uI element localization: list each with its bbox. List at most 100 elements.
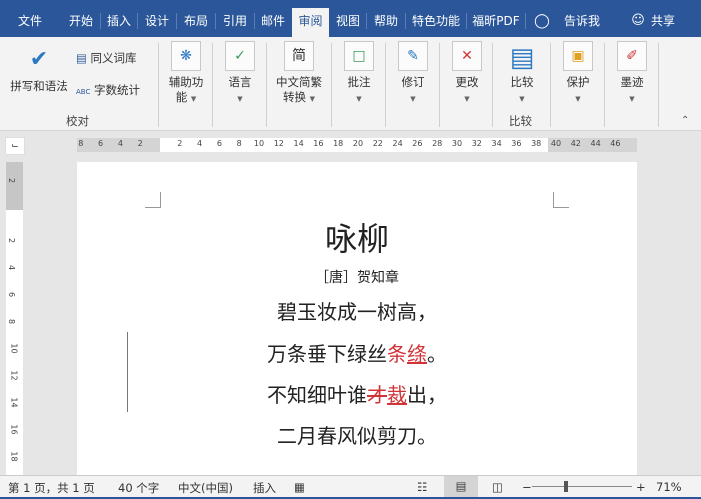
protect-button[interactable]: ▣ 保护 ▼: [555, 41, 601, 107]
chinese-conv-label-2: 转换: [282, 90, 306, 104]
zoom-level[interactable]: 71%: [656, 480, 682, 494]
tell-me[interactable]: 告诉我: [560, 8, 604, 37]
ruler-tick-label: 18: [333, 139, 344, 148]
ruler-tick-label: 2: [177, 139, 183, 148]
ruler-tick-label: 12: [273, 139, 284, 148]
ruler-tick-label: 46: [610, 139, 621, 148]
ruler-tick-label: 40: [550, 139, 562, 148]
zoom-out-button[interactable]: −: [522, 480, 532, 494]
chinese-conversion-button[interactable]: 简中文简繁 转换 ▼: [270, 41, 328, 107]
accessibility-icon: ❋: [171, 41, 201, 71]
tab-special[interactable]: 特色功能: [406, 8, 466, 37]
accessibility-label: 辅助功: [168, 75, 204, 89]
tab-references[interactable]: 引用: [216, 8, 254, 37]
ruler-tick-label: 22: [372, 139, 383, 148]
tab-file[interactable]: 文件: [8, 8, 52, 37]
word-count[interactable]: 40 个字: [118, 480, 159, 496]
accessibility-button[interactable]: ❋ 辅助功能 ▼: [162, 41, 210, 107]
deleted-text: 才: [367, 383, 387, 407]
zoom-slider-thumb[interactable]: [563, 481, 568, 492]
book-icon: ▤: [76, 51, 87, 65]
ruler-tick-label: 4: [7, 264, 17, 271]
lightbulb-icon[interactable]: ◯: [534, 8, 550, 37]
convert-icon: 简: [284, 41, 314, 71]
deleted-text: 条: [387, 342, 407, 366]
web-layout-icon[interactable]: ◫: [492, 480, 503, 494]
page-count[interactable]: 第 1 页，共 1 页: [8, 480, 95, 496]
group-proofing-label: 校对: [66, 114, 89, 128]
status-bar: 第 1 页，共 1 页 40 个字 中文(中国) 插入 ▦ ☷ ▤ ◫ − + …: [0, 475, 701, 499]
poem-line-1: 碧玉妆成一树高，: [277, 300, 437, 324]
language-label: 语言: [228, 75, 252, 89]
insert-mode[interactable]: 插入: [253, 480, 276, 496]
ruler-tick-label: 2: [7, 237, 17, 244]
document-page[interactable]: 咏柳 ［唐］贺知章 碧玉妆成一树高， 万条垂下绿丝条绦。 不知细叶谁才裁出， 二…: [77, 162, 637, 475]
ruler-tick-label: 10: [253, 139, 265, 148]
doc-author: ［唐］贺知章: [315, 270, 399, 286]
ruler-tick-label: 36: [511, 139, 522, 148]
tab-mailings[interactable]: 邮件: [255, 8, 291, 37]
language-button[interactable]: ✓ 语言 ▼: [216, 41, 264, 107]
compare-label: 比较: [510, 75, 534, 89]
collapse-ribbon-icon[interactable]: ⌃: [681, 115, 689, 126]
ink-button[interactable]: ✐ 墨迹 ▼: [609, 41, 655, 107]
ruler-tick-label: 2: [137, 139, 143, 148]
ruler-tick-label: 6: [216, 139, 222, 148]
ruler-tick-label: 26: [412, 139, 423, 148]
compare-icon: ▤: [509, 43, 535, 73]
changes-button[interactable]: ✕ 更改 ▼: [444, 41, 490, 107]
ribbon-tabs: 文件 开始 插入 设计 布局 引用 邮件 审阅 视图 帮助 特色功能 福昕PDF…: [0, 0, 701, 37]
ruler-tick-label: 10: [9, 343, 19, 354]
tab-selector[interactable]: ⌙: [5, 137, 25, 155]
chinese-conv-label: 中文简繁: [276, 75, 322, 89]
zoom-in-button[interactable]: +: [636, 480, 646, 494]
word-count-button[interactable]: ABC 字数统计: [76, 83, 140, 100]
ruler-tick-label: 16: [313, 139, 324, 148]
poem-line-4: 二月春风似剪刀。: [277, 424, 437, 448]
tab-foxit-pdf[interactable]: 福昕PDF: [467, 8, 525, 37]
doc-title: 咏柳: [324, 220, 389, 258]
accessibility-label-2: 能: [175, 90, 188, 104]
word-count-label: 字数统计: [94, 83, 141, 97]
compare-button[interactable]: ▤ 比较 ▼: [497, 41, 547, 107]
ruler-tick-label: 38: [531, 139, 542, 148]
zoom-slider[interactable]: [532, 486, 632, 487]
tab-view[interactable]: 视图: [330, 8, 366, 37]
read-mode-icon[interactable]: ☷: [417, 480, 427, 494]
spelling-label: 拼写和语法: [10, 79, 68, 93]
language-status[interactable]: 中文(中国): [178, 480, 233, 496]
user-icon[interactable]: ☺: [630, 8, 646, 37]
poem-line-3: 不知细叶谁才裁出，: [267, 383, 447, 407]
thesaurus-button[interactable]: ▤ 同义词库: [76, 51, 137, 66]
ruler-tick-label: 16: [9, 424, 19, 435]
ruler-tick-label: 42: [570, 139, 581, 148]
ruler-tick-label: 18: [9, 451, 19, 462]
pen-icon: ✐: [617, 41, 647, 71]
ruler-tick-label: 14: [9, 397, 19, 408]
comments-button[interactable]: □ 批注 ▼: [336, 41, 382, 107]
print-layout-icon[interactable]: ▤: [444, 476, 478, 497]
tab-layout[interactable]: 布局: [177, 8, 215, 37]
tab-review[interactable]: 审阅: [292, 8, 329, 37]
tab-design[interactable]: 设计: [138, 8, 176, 37]
ruler-tick-label: 24: [392, 139, 403, 148]
ruler-tick-label: 2: [7, 177, 17, 184]
comment-icon: □: [344, 41, 374, 71]
ruler-tick-label: 8: [7, 318, 17, 325]
horizontal-ruler[interactable]: 8 6 4 2 2 4 6 8 10 12 14 16 18 20 22 24 26 28 30 32 34 36 38 40…: [77, 138, 637, 152]
share-button[interactable]: 共享: [648, 8, 678, 37]
ink-label: 墨迹: [620, 75, 644, 89]
macro-icon[interactable]: ▦: [294, 480, 305, 494]
ruler-tick-label: 4: [117, 139, 123, 148]
poem-line-2: 万条垂下绿丝条绦。: [267, 342, 447, 366]
tracking-button[interactable]: ✎ 修订 ▼: [390, 41, 436, 107]
ruler-tick-label: 20: [352, 139, 364, 148]
tab-help[interactable]: 帮助: [367, 8, 405, 37]
vertical-ruler[interactable]: 2 2 4 6 8 10 12 14 16 18: [6, 162, 23, 475]
ruler-tick-label: 12: [9, 370, 19, 381]
tab-insert[interactable]: 插入: [101, 8, 137, 37]
tab-home[interactable]: 开始: [62, 8, 100, 37]
ruler-tick-label: 8: [78, 139, 84, 148]
spelling-button[interactable]: ✔ 拼写和语法: [6, 41, 72, 94]
tracking-label: 修订: [401, 75, 425, 89]
